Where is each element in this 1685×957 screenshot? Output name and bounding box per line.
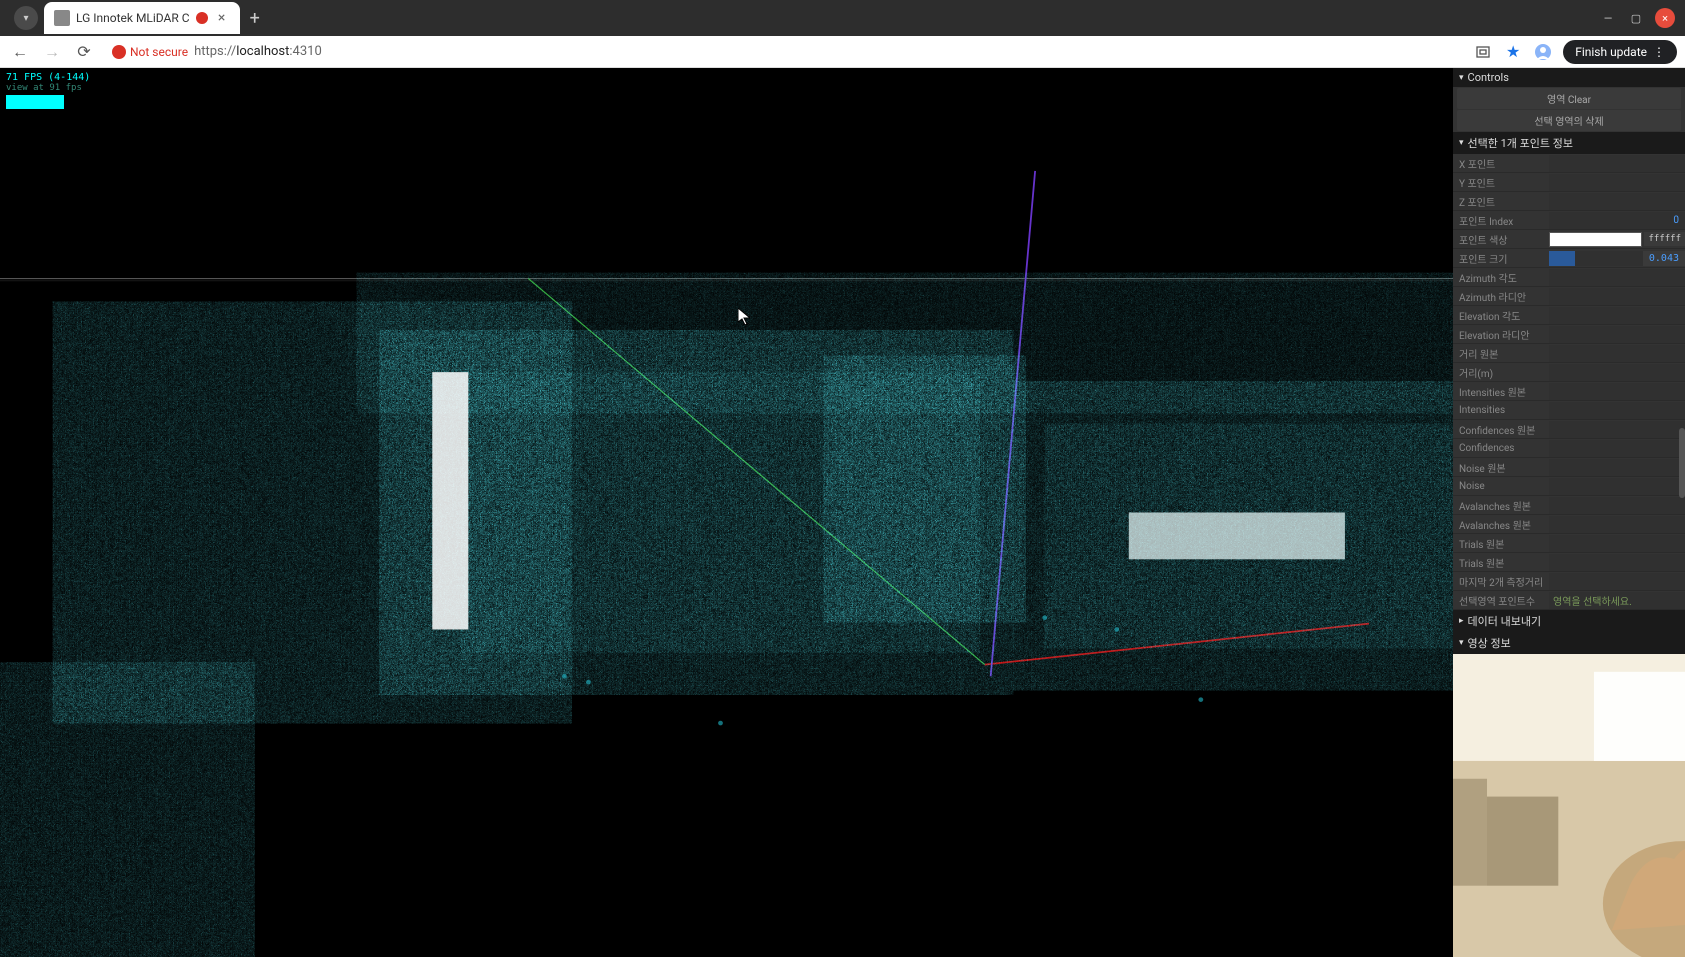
tab-favicon-icon — [54, 10, 70, 26]
nav-reload-button[interactable]: ⟳ — [72, 40, 96, 64]
tab-container: LG Innotek MLiDAR C × + — [0, 0, 1599, 36]
profile-avatar-icon[interactable] — [1533, 42, 1553, 62]
browser-tab[interactable]: LG Innotek MLiDAR C × — [44, 2, 240, 34]
prop-confidences: Confidences — [1453, 439, 1685, 458]
prop-y-point: Y 포인트 — [1453, 173, 1685, 192]
prop-selection-points: 선택영역 포인트수 영역을 선택하세요. — [1453, 591, 1685, 610]
color-swatch[interactable] — [1549, 232, 1642, 247]
prop-confidences-orig: Confidences 원본 — [1453, 420, 1685, 439]
fps-overlay: 71 FPS (4-144) view at 91 fps — [6, 72, 90, 109]
delete-selection-button[interactable]: 선택 영역의 삭제 — [1457, 110, 1681, 131]
prop-elevation-rad: Elevation 라디안 — [1453, 325, 1685, 344]
prop-azimuth-deg: Azimuth 각도 — [1453, 268, 1685, 287]
toolbar-icons: ★ Finish update ⋮ — [1473, 40, 1677, 64]
window-maximize-button[interactable]: ▢ — [1627, 9, 1645, 27]
controls-header[interactable]: ▾ Controls — [1453, 68, 1685, 87]
prop-noise: Noise — [1453, 477, 1685, 496]
new-tab-button[interactable]: + — [240, 8, 270, 29]
url-display: https://localhost:4310 — [194, 44, 322, 59]
pointcloud-viewer[interactable]: 71 FPS (4-144) view at 91 fps — [0, 68, 1453, 957]
prop-point-size: 포인트 크기 0.043 — [1453, 249, 1685, 268]
security-label: Not secure — [130, 45, 188, 59]
panel-scrollbar[interactable] — [1679, 428, 1685, 498]
controls-section: 영역 Clear 선택 영역의 삭제 — [1453, 87, 1685, 132]
finish-update-button[interactable]: Finish update ⋮ — [1563, 40, 1677, 64]
area-clear-button[interactable]: 영역 Clear — [1457, 88, 1681, 109]
prop-avalanches-orig2: Avalanches 원본 — [1453, 515, 1685, 534]
z-axis-line — [991, 171, 1035, 676]
prop-trials-orig: Trials 원본 — [1453, 534, 1685, 553]
prop-avalanches-orig: Avalanches 원본 — [1453, 496, 1685, 515]
nav-forward-button[interactable]: → — [40, 40, 64, 64]
window-close-button[interactable]: × — [1655, 8, 1675, 28]
not-secure-icon — [112, 45, 126, 59]
prop-dist-m: 거리(m) — [1453, 363, 1685, 382]
control-panel: ▾ Controls 영역 Clear 선택 영역의 삭제 ▾ 선택한 1개 포… — [1453, 68, 1685, 957]
install-app-icon[interactable] — [1473, 42, 1493, 62]
pointcloud-render — [0, 68, 1453, 957]
window-minimize-button[interactable]: — — [1599, 9, 1617, 27]
prop-z-point: Z 포인트 — [1453, 192, 1685, 211]
browser-tab-strip: LG Innotek MLiDAR C × + — ▢ × — [0, 0, 1685, 36]
prop-noise-orig: Noise 원본 — [1453, 458, 1685, 477]
nav-back-button[interactable]: ← — [8, 40, 32, 64]
prop-intensities: Intensities — [1453, 401, 1685, 420]
prop-last-2-measure: 마지막 2개 측정거리 — [1453, 572, 1685, 591]
export-header[interactable]: ▸ 데이터 내보내기 — [1453, 610, 1685, 632]
tab-title: LG Innotek MLiDAR C — [76, 11, 190, 25]
mouse-cursor-icon — [738, 308, 750, 326]
point-size-slider[interactable] — [1549, 251, 1643, 266]
caret-down-icon: ▾ — [1459, 73, 1464, 83]
prop-elevation-deg: Elevation 각도 — [1453, 306, 1685, 325]
caret-down-icon: ▾ — [1459, 638, 1464, 648]
bookmark-star-icon[interactable]: ★ — [1503, 42, 1523, 62]
window-controls: — ▢ × — [1599, 0, 1685, 36]
point-info-section: X 포인트 Y 포인트 Z 포인트 포인트 Index 0 포인트 색상 fff… — [1453, 154, 1685, 610]
fps-bar-icon — [6, 95, 64, 109]
menu-dots-icon: ⋮ — [1653, 45, 1665, 59]
prop-trials-orig2: Trials 원본 — [1453, 553, 1685, 572]
prop-azimuth-rad: Azimuth 라디안 — [1453, 287, 1685, 306]
camera-preview — [1453, 654, 1685, 957]
point-size-value[interactable]: 0.043 — [1643, 251, 1685, 266]
caret-down-icon: ▾ — [1459, 138, 1464, 148]
address-bar[interactable]: Not secure https://localhost:4310 — [104, 36, 1465, 67]
prop-point-color: 포인트 색상 ffffff — [1453, 230, 1685, 249]
prop-intensities-orig: Intensities 원본 — [1453, 382, 1685, 401]
color-hex-input[interactable]: ffffff — [1644, 232, 1685, 246]
security-badge[interactable]: Not secure — [112, 45, 188, 59]
tab-audio-icon[interactable] — [196, 12, 208, 24]
tab-search-button[interactable] — [14, 6, 38, 30]
address-bar-row: ← → ⟳ Not secure https://localhost:4310 … — [0, 36, 1685, 68]
prop-x-point: X 포인트 — [1453, 154, 1685, 173]
point-info-header[interactable]: ▾ 선택한 1개 포인트 정보 — [1453, 132, 1685, 154]
tab-close-button[interactable]: × — [214, 10, 230, 26]
prop-dist-orig: 거리 원본 — [1453, 344, 1685, 363]
app-content: 71 FPS (4-144) view at 91 fps — [0, 68, 1685, 957]
video-info-header[interactable]: ▾ 영상 정보 — [1453, 632, 1685, 654]
caret-right-icon: ▸ — [1459, 616, 1464, 626]
prop-point-index: 포인트 Index 0 — [1453, 211, 1685, 230]
